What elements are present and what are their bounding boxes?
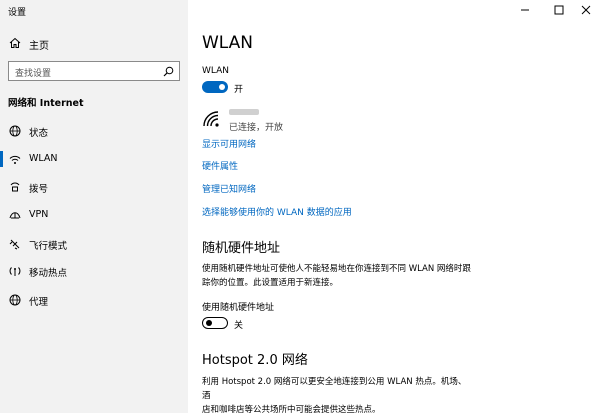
category-heading: 网络和 Internet	[8, 98, 84, 109]
sidebar-item-status[interactable]: 状态	[0, 119, 188, 143]
sidebar-item-label: 状态	[29, 128, 49, 139]
network-status: 已连接，开放	[229, 123, 284, 133]
random-hw-heading: 随机硬件地址	[202, 241, 281, 256]
wlan-toggle-label: WLAN	[202, 66, 230, 76]
choose-apps-link[interactable]: 选择能够使用你的 WLAN 数据的应用	[202, 205, 352, 218]
airplane-icon	[9, 239, 20, 250]
search-placeholder: 查找设置	[15, 69, 52, 79]
sidebar-item-label: 移动热点	[29, 268, 68, 279]
hotspot-desc-line1: 利用 Hotspot 2.0 网络可以更安全地连接到公用 WLAN 热点。机场、…	[202, 377, 467, 401]
page-title: WLAN	[202, 33, 254, 53]
sidebar-item-label: 飞行模式	[29, 241, 68, 252]
vpn-icon	[9, 212, 21, 219]
hotspot-heading: Hotspot 2.0 网络	[202, 353, 308, 368]
sidebar-item-label: 拨号	[29, 184, 49, 195]
minimize-button[interactable]	[518, 4, 532, 16]
sidebar: 设置 主页 查找设置 网络和 Internet 状态 WLAN 拨号 VPN 飞…	[0, 0, 188, 413]
wifi-icon	[9, 155, 21, 164]
home-nav-item[interactable]: 主页	[0, 33, 188, 55]
hardware-properties-link[interactable]: 硬件属性	[202, 159, 238, 172]
sidebar-item-label: VPN	[29, 209, 49, 220]
wlan-toggle[interactable]	[202, 81, 228, 93]
toggle-knob	[206, 319, 212, 326]
hotspot-desc: 利用 Hotspot 2.0 网络可以更安全地连接到公用 WLAN 热点。机场、…	[202, 375, 472, 413]
hotspot-desc-line2: 店和咖啡店等公共场所中可能会提供这些热点。	[202, 405, 381, 413]
random-hw-toggle[interactable]	[202, 317, 228, 329]
sidebar-item-dialup[interactable]: 拨号	[0, 175, 188, 199]
show-available-networks-link[interactable]: 显示可用网络	[202, 137, 256, 150]
wlan-toggle-state: 开	[234, 85, 244, 95]
sidebar-item-proxy[interactable]: 代理	[0, 288, 188, 312]
sidebar-item-label: WLAN	[29, 153, 58, 164]
network-name-redacted[interactable]	[229, 109, 259, 115]
sidebar-item-label: 代理	[29, 297, 49, 308]
random-hw-desc-line1: 使用随机硬件地址可使他人不能轻易地在你连接到不同 WLAN 网络时跟	[202, 264, 471, 274]
window-title: 设置	[8, 8, 27, 18]
random-hw-toggle-state: 关	[234, 321, 244, 331]
close-button[interactable]	[579, 4, 593, 16]
home-icon	[9, 37, 21, 48]
home-label: 主页	[29, 41, 49, 52]
sidebar-item-airplane[interactable]: 飞行模式	[0, 232, 188, 256]
sidebar-item-vpn[interactable]: VPN	[0, 203, 188, 227]
random-hw-toggle-label: 使用随机硬件地址	[202, 303, 275, 313]
search-input[interactable]: 查找设置	[8, 61, 180, 81]
sidebar-item-wlan[interactable]: WLAN	[0, 147, 188, 171]
dialup-icon	[10, 182, 20, 192]
random-hw-desc: 使用随机硬件地址可使他人不能轻易地在你连接到不同 WLAN 网络时跟 踪你的位置…	[202, 262, 472, 290]
manage-known-networks-link[interactable]: 管理已知网络	[202, 182, 256, 195]
globe-icon	[9, 294, 21, 306]
selected-indicator	[0, 151, 3, 167]
toggle-knob	[219, 84, 225, 90]
search-icon[interactable]	[163, 66, 174, 77]
random-hw-desc-line2: 踪你的位置。此设置适用于新连接。	[202, 278, 339, 288]
sidebar-item-hotspot[interactable]: 移动热点	[0, 259, 188, 283]
maximize-button[interactable]	[552, 4, 566, 16]
globe-icon	[9, 125, 21, 137]
hotspot-icon	[9, 267, 21, 276]
wifi-signal-icon	[203, 111, 219, 127]
